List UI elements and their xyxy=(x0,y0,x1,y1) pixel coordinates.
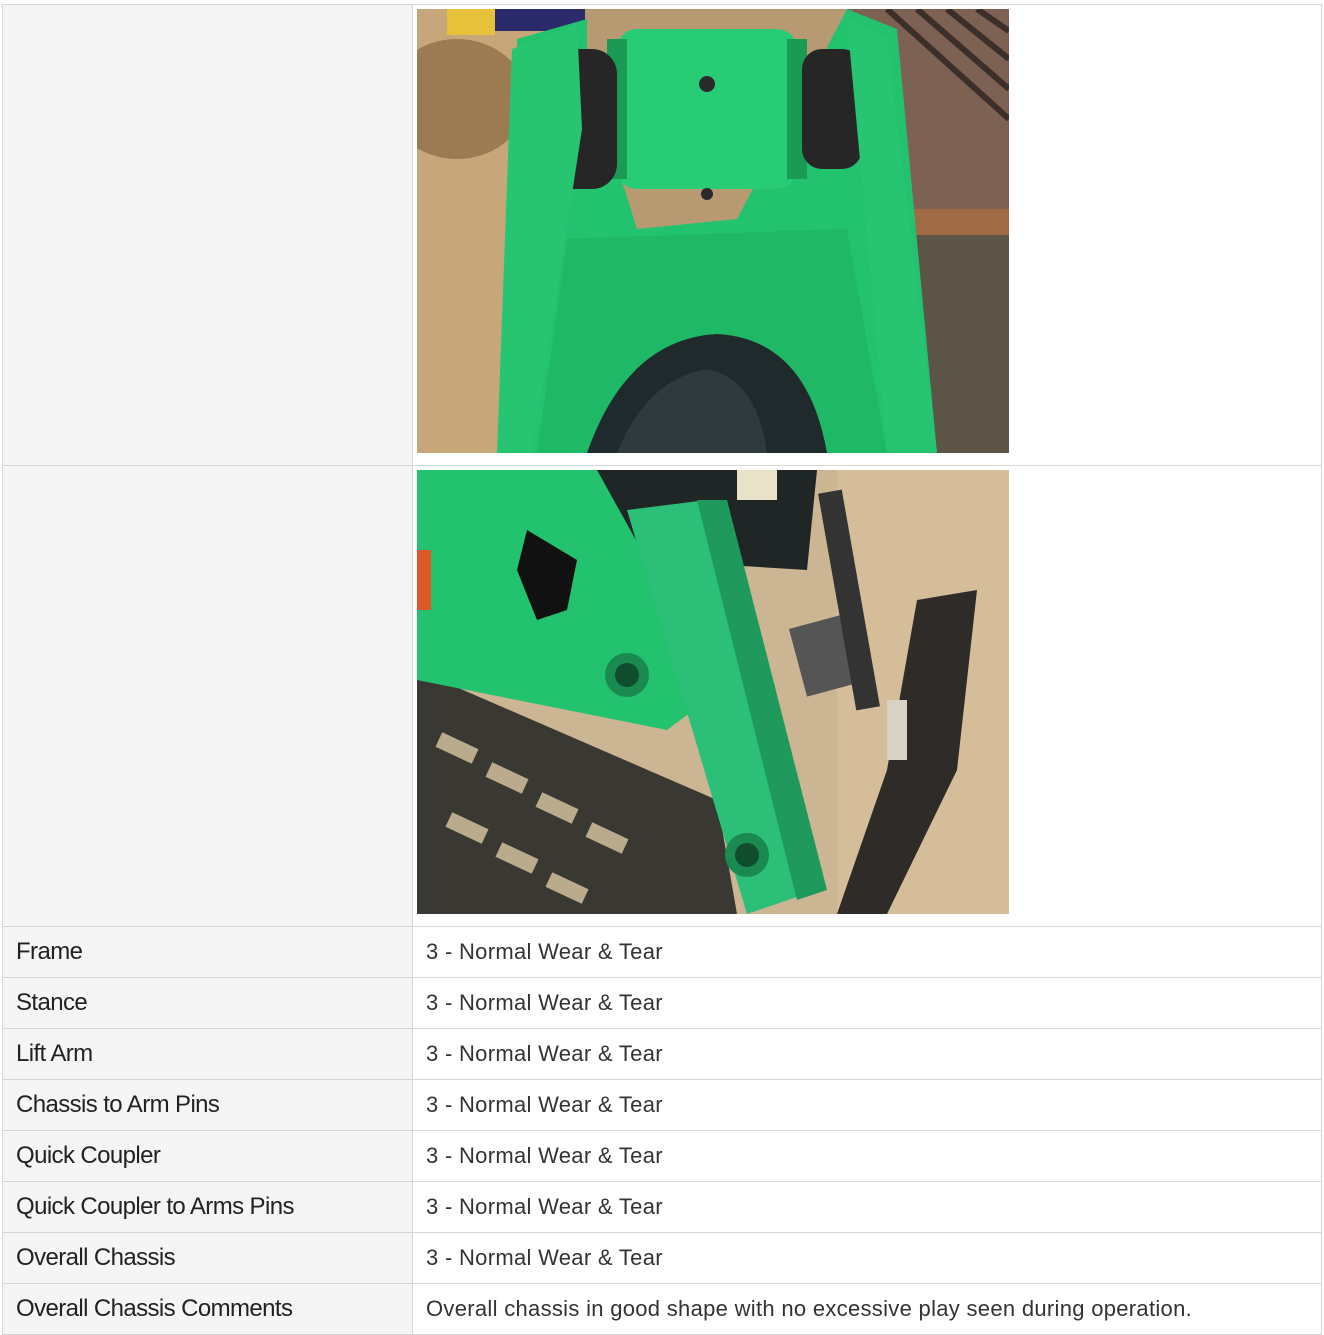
row-label: Frame xyxy=(2,926,413,978)
table-row: Overall Chassis 3 - Normal Wear & Tear xyxy=(2,1232,1322,1284)
row-label: Lift Arm xyxy=(2,1028,413,1080)
table-row: Lift Arm 3 - Normal Wear & Tear xyxy=(2,1028,1322,1080)
row-value: Overall chassis in good shape with no ex… xyxy=(412,1283,1322,1335)
photo-row-label-empty xyxy=(2,465,413,927)
table-row: Quick Coupler to Arms Pins 3 - Normal We… xyxy=(2,1181,1322,1233)
row-value: 3 - Normal Wear & Tear xyxy=(412,977,1322,1029)
photo-cell-1 xyxy=(412,4,1322,466)
lift-arm-side-tracks-photo[interactable] xyxy=(417,470,1009,914)
row-label: Quick Coupler to Arms Pins xyxy=(2,1181,413,1233)
row-value: 3 - Normal Wear & Tear xyxy=(412,1028,1322,1080)
inspection-table: Frame 3 - Normal Wear & Tear Stance 3 - … xyxy=(2,4,1322,1335)
photo-cell-2 xyxy=(412,465,1322,927)
photo-row-2 xyxy=(2,465,1322,927)
row-label: Chassis to Arm Pins xyxy=(2,1079,413,1131)
table-row: Stance 3 - Normal Wear & Tear xyxy=(2,977,1322,1029)
row-value: 3 - Normal Wear & Tear xyxy=(412,1130,1322,1182)
table-row: Overall Chassis Comments Overall chassis… xyxy=(2,1283,1322,1335)
row-value: 3 - Normal Wear & Tear xyxy=(412,926,1322,978)
table-row: Quick Coupler 3 - Normal Wear & Tear xyxy=(2,1130,1322,1182)
row-label: Stance xyxy=(2,977,413,1029)
lift-arm-quick-coupler-photo[interactable] xyxy=(417,9,1009,453)
row-value: 3 - Normal Wear & Tear xyxy=(412,1181,1322,1233)
row-label: Overall Chassis xyxy=(2,1232,413,1284)
table-row: Chassis to Arm Pins 3 - Normal Wear & Te… xyxy=(2,1079,1322,1131)
row-value: 3 - Normal Wear & Tear xyxy=(412,1079,1322,1131)
photo-row-1 xyxy=(2,4,1322,466)
row-label: Overall Chassis Comments xyxy=(2,1283,413,1335)
row-label: Quick Coupler xyxy=(2,1130,413,1182)
photo-row-label-empty xyxy=(2,4,413,466)
table-row: Frame 3 - Normal Wear & Tear xyxy=(2,926,1322,978)
row-value: 3 - Normal Wear & Tear xyxy=(412,1232,1322,1284)
